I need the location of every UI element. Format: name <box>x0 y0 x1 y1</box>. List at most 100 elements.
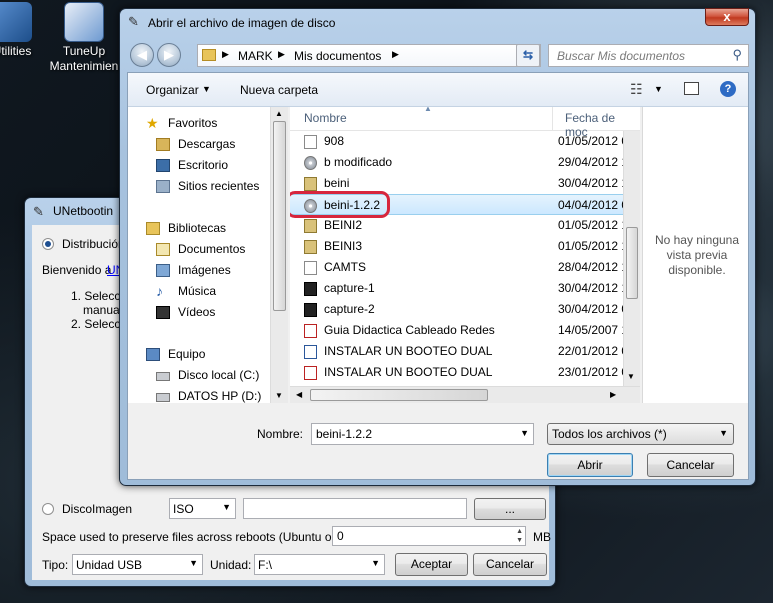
back-button[interactable]: ◀ <box>130 43 154 67</box>
diskimage-path-input[interactable] <box>243 498 467 519</box>
persistence-input[interactable]: 0 ▲ ▼ <box>332 526 526 546</box>
chevron-down-icon: ▼ <box>371 558 380 568</box>
drive-icon <box>156 393 170 402</box>
file-name: INSTALAR UN BOOTEO DUAL <box>324 344 493 358</box>
new-folder-button[interactable]: Nueva carpeta <box>240 83 318 97</box>
command-toolbar: Organizar ▼ Nueva carpeta ☷ ▼ ? <box>128 73 748 107</box>
help-icon[interactable]: ? <box>720 81 736 97</box>
refresh-button[interactable]: ⇆ <box>516 44 540 67</box>
spinner-arrows-icon[interactable]: ▲ ▼ <box>516 527 523 545</box>
downloads-folder-icon <box>156 138 170 151</box>
file-row[interactable]: BEINI2 01/05/2012 12 <box>290 215 640 236</box>
search-input[interactable]: Buscar Mis documentos ⚲ <box>548 44 749 67</box>
desktop-icon-utilities[interactable]: Utilities <box>0 2 42 59</box>
drive-select[interactable]: F:\ ▼ <box>254 554 385 575</box>
breadcrumb-separator-icon: ▶ <box>278 49 285 59</box>
file-date: 22/01/2012 07 <box>558 344 632 358</box>
arrow-left-icon: ◀ <box>137 47 147 62</box>
navigation-scroll-thumb[interactable] <box>273 121 286 311</box>
filename-input[interactable]: beini-1.2.2 ▼ <box>311 423 534 445</box>
open-button[interactable]: Abrir <box>547 453 633 477</box>
sidebar-item-datos-hp[interactable]: DATOS HP (D:) <box>128 386 268 407</box>
sidebar-item-imagenes[interactable]: Imágenes <box>128 260 268 281</box>
file-row[interactable]: Guia Didactica Cableado Redes 14/05/2007 … <box>290 320 640 341</box>
forward-button[interactable]: ▶ <box>157 43 181 67</box>
step-1-cont-text: manual <box>83 303 123 317</box>
desktop-icon-label: Utilities <box>0 44 32 58</box>
sidebar-item-musica[interactable]: ♪ Música <box>128 281 268 302</box>
scroll-right-icon[interactable]: ▶ <box>610 390 616 399</box>
preview-pane-icon[interactable] <box>684 82 699 95</box>
sidebar-item-equipo[interactable]: Equipo <box>128 344 268 365</box>
sidebar-label: Equipo <box>168 347 206 361</box>
file-row[interactable]: CAMTS 28/04/2012 12 <box>290 257 640 278</box>
scroll-left-icon[interactable]: ◀ <box>296 390 302 399</box>
scroll-up-icon[interactable]: ▲ <box>275 109 283 118</box>
type-label: Tipo: <box>42 558 69 572</box>
file-list-vscrollbar[interactable]: ▼ <box>623 131 640 386</box>
type-select[interactable]: Unidad USB ▼ <box>72 554 203 575</box>
column-name-header[interactable]: Nombre <box>304 111 347 125</box>
sidebar-item-sitios-recientes[interactable]: Sitios recientes <box>128 176 268 197</box>
star-icon: ★ <box>146 115 159 131</box>
desktop-icon-tuneup[interactable]: TuneUp Mantenimien <box>46 2 122 74</box>
file-list-hscrollbar[interactable]: ◀ ▶ <box>290 386 640 403</box>
sidebar-label: Imágenes <box>178 263 231 277</box>
distribution-radio[interactable] <box>42 238 54 250</box>
sidebar-item-favoritos[interactable]: ★ Favoritos <box>128 113 268 134</box>
scroll-down-icon[interactable]: ▼ <box>275 391 283 400</box>
filetype-select[interactable]: Todos los archivos (*) ▼ <box>547 423 734 445</box>
close-icon: x <box>723 9 731 24</box>
column-divider[interactable] <box>552 107 553 131</box>
sidebar-item-bibliotecas[interactable]: Bibliotecas <box>128 218 268 239</box>
unetbootin-app-icon: ✎ <box>33 204 44 219</box>
file-name: capture-2 <box>324 302 375 316</box>
file-row[interactable]: INSTALAR UN BOOTEO DUAL 22/01/2012 07 <box>290 341 640 362</box>
file-name: 908 <box>324 134 345 148</box>
navigation-scrollbar[interactable]: ▲ ▼ <box>270 107 288 403</box>
file-name: INSTALAR UN BOOTEO DUAL <box>324 365 493 379</box>
close-button[interactable]: x <box>705 8 749 26</box>
file-row[interactable]: 908 01/05/2012 01 <box>290 131 640 152</box>
sidebar-item-descargas[interactable]: Descargas <box>128 134 268 155</box>
pdf-icon <box>304 324 317 338</box>
hscroll-thumb[interactable] <box>310 389 488 401</box>
file-date: 30/04/2012 10 <box>558 176 632 190</box>
sidebar-label: Favoritos <box>168 116 218 130</box>
file-date: 30/04/2012 09 <box>558 302 632 316</box>
utilities-icon <box>0 2 32 42</box>
sidebar-item-videos[interactable]: Vídeos <box>128 302 268 323</box>
diskimage-type-select[interactable]: ISO ▼ <box>169 498 236 519</box>
tuneup-icon <box>64 2 104 42</box>
archive-icon <box>304 177 317 191</box>
file-row[interactable]: b modificado 29/04/2012 12 <box>290 152 640 173</box>
sidebar-item-disco-local[interactable]: Disco local (C:) <box>128 365 268 386</box>
ok-button[interactable]: Aceptar <box>395 553 468 576</box>
scroll-down-icon[interactable]: ▼ <box>627 372 635 381</box>
file-row[interactable]: capture-2 30/04/2012 09 <box>290 299 640 320</box>
step-2-text: 2. Selecci <box>71 317 124 331</box>
vscroll-thumb[interactable] <box>626 227 638 299</box>
breadcrumb-mis-documentos[interactable]: Mis documentos <box>294 49 381 63</box>
file-row[interactable]: INSTALAR UN BOOTEO DUAL 23/01/2012 05 <box>290 362 640 383</box>
browse-button[interactable]: ... <box>474 498 546 520</box>
preview-message: No hay ninguna vista previa disponible. <box>654 233 740 277</box>
sidebar-item-documentos[interactable]: Documentos <box>128 239 268 260</box>
drive-icon <box>156 372 170 381</box>
dialog-cancel-button[interactable]: Cancelar <box>647 453 734 477</box>
chevron-down-icon: ▼ <box>654 84 663 94</box>
diskimage-type-value: ISO <box>173 502 194 516</box>
column-headers: Nombre ▲ Fecha de moc <box>290 107 640 139</box>
organize-menu[interactable]: Organizar <box>146 83 199 97</box>
view-options-icon[interactable]: ☷ <box>630 81 643 98</box>
sidebar-item-escritorio[interactable]: Escritorio <box>128 155 268 176</box>
file-row[interactable]: capture-1 30/04/2012 10 <box>290 278 640 299</box>
file-date: 01/05/2012 12 <box>558 239 632 253</box>
file-row-selected[interactable]: beini-1.2.2 04/04/2012 01 <box>290 191 640 218</box>
diskimage-radio[interactable] <box>42 503 54 515</box>
file-row[interactable]: BEINI3 01/05/2012 12 <box>290 236 640 257</box>
address-bar[interactable]: ▶ MARK ▶ Mis documentos ▶ <box>197 44 541 67</box>
unetbootin-cancel-button[interactable]: Cancelar <box>473 553 547 576</box>
dialog-title: Abrir el archivo de imagen de disco <box>148 16 336 30</box>
breadcrumb-mark[interactable]: MARK <box>238 49 273 63</box>
